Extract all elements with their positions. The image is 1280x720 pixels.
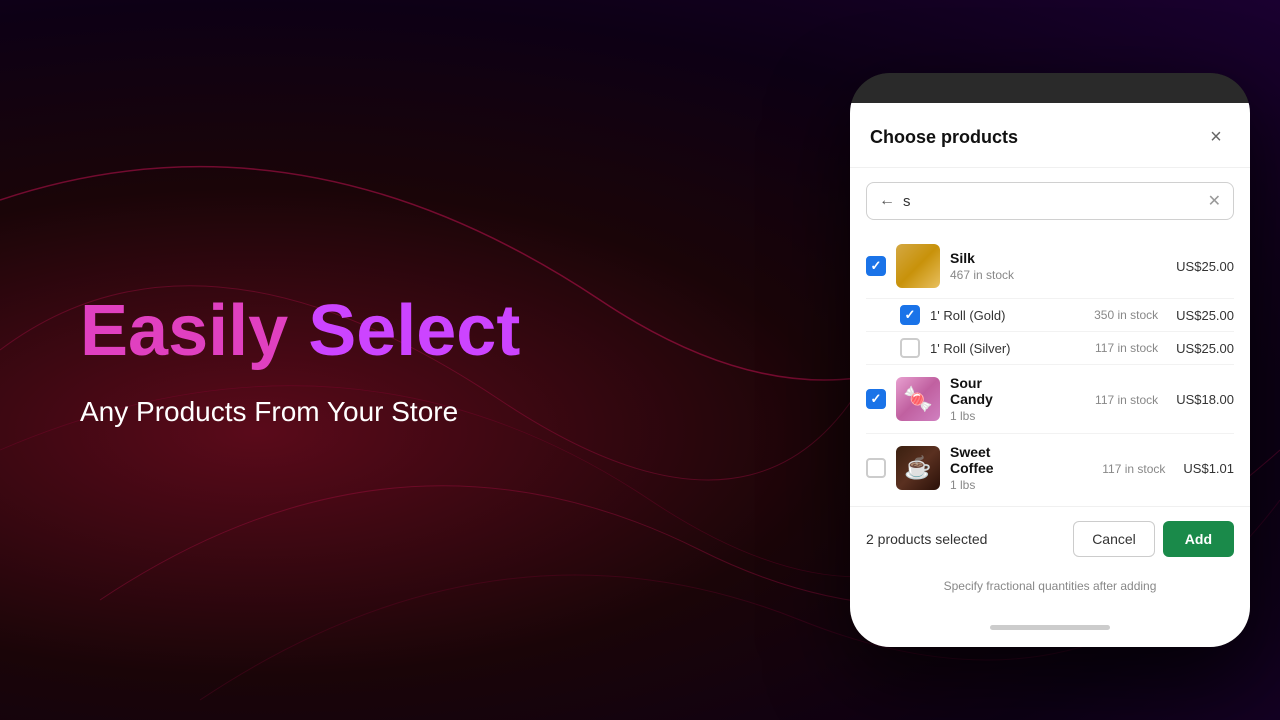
search-clear-icon[interactable]: ✕ (1208, 191, 1221, 211)
headline-word1: Easily (80, 291, 288, 371)
silk-checkbox[interactable] (866, 256, 886, 276)
silver-roll-checkbox[interactable] (900, 338, 920, 358)
silver-roll-name: 1' Roll (Silver) (930, 341, 1085, 356)
headline-word2: Select (308, 291, 520, 371)
sweet-coffee-price: US$1.01 (1183, 461, 1234, 476)
phone-frame: Choose products × ← ✕ Silk 467 in stock (850, 73, 1250, 647)
footer-actions: Cancel Add (1073, 521, 1234, 557)
sour-candy-name: Sour Candy (950, 375, 1013, 407)
modal: Choose products × ← ✕ Silk 467 in stock (850, 103, 1250, 607)
back-icon[interactable]: ← (879, 192, 895, 210)
cancel-button[interactable]: Cancel (1073, 521, 1155, 557)
silk-price: US$25.00 (1176, 259, 1234, 274)
list-item: 1' Roll (Gold) 350 in stock US$25.00 (866, 299, 1234, 332)
gold-roll-checkbox[interactable] (900, 305, 920, 325)
gold-roll-info: 1' Roll (Gold) (930, 308, 1084, 323)
sour-candy-price: US$18.00 (1176, 392, 1234, 407)
gold-roll-stock: 350 in stock (1094, 308, 1158, 322)
silver-roll-price: US$25.00 (1176, 341, 1234, 356)
sour-candy-extra-stock: 117 in stock (1095, 393, 1158, 407)
add-button[interactable]: Add (1163, 521, 1234, 557)
footer-note: Specify fractional quantities after addi… (850, 571, 1250, 607)
sweet-coffee-name: Sweet Coffee (950, 444, 1016, 476)
silk-stock: 467 in stock (950, 268, 1166, 282)
subheadline: Any Products From Your Store (80, 396, 760, 428)
list-item: 1' Roll (Silver) 117 in stock US$25.00 (866, 332, 1234, 365)
sour-candy-checkbox[interactable] (866, 389, 886, 409)
home-indicator (990, 625, 1110, 630)
sweet-coffee-image: ☕ (896, 446, 940, 490)
list-item: ☕ Sweet Coffee 1 lbs 117 in stock US$1.0… (866, 434, 1234, 502)
left-content: Easily Select Any Products From Your Sto… (0, 232, 820, 487)
sour-candy-stock: 1 lbs (950, 409, 1013, 423)
silk-info: Silk 467 in stock (950, 250, 1166, 282)
selected-count: 2 products selected (866, 531, 987, 547)
modal-footer: 2 products selected Cancel Add (850, 506, 1250, 571)
phone-bottom-bar (850, 607, 1250, 647)
modal-title: Choose products (870, 127, 1018, 148)
gold-roll-name: 1' Roll (Gold) (930, 308, 1084, 323)
close-button[interactable]: × (1202, 123, 1230, 151)
right-content: Choose products × ← ✕ Silk 467 in stock (820, 73, 1280, 647)
sour-candy-image: 🍬 (896, 377, 940, 421)
silver-roll-stock: 117 in stock (1095, 341, 1158, 355)
sweet-coffee-info: Sweet Coffee 1 lbs (950, 444, 1016, 492)
product-list: Silk 467 in stock US$25.00 1' Roll (Gold… (850, 234, 1250, 502)
sour-candy-info: Sour Candy 1 lbs (950, 375, 1013, 423)
sweet-coffee-stock: 1 lbs (950, 478, 1016, 492)
headline: Easily Select (80, 292, 760, 371)
search-bar[interactable]: ← ✕ (866, 182, 1234, 220)
list-item: 🍬 Sour Candy 1 lbs 117 in stock US$18.00 (866, 365, 1234, 434)
silver-roll-info: 1' Roll (Silver) (930, 341, 1085, 356)
phone-top-bar (850, 73, 1250, 103)
silk-image (896, 244, 940, 288)
search-input[interactable] (903, 193, 1200, 210)
modal-header: Choose products × (850, 103, 1250, 168)
sweet-coffee-extra-stock: 117 in stock (1102, 462, 1165, 476)
list-item: Silk 467 in stock US$25.00 (866, 234, 1234, 299)
gold-roll-price: US$25.00 (1176, 308, 1234, 323)
silk-name: Silk (950, 250, 1166, 266)
sweet-coffee-checkbox[interactable] (866, 458, 886, 478)
